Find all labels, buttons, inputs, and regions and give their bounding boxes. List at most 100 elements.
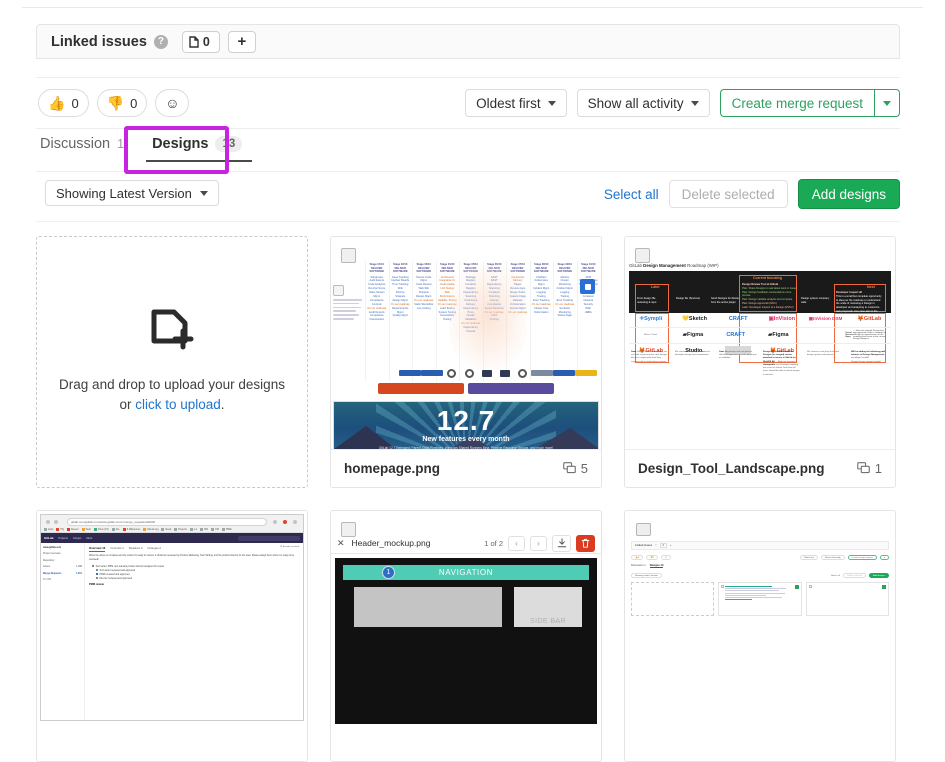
bookmarks-bar: Apps HQ Recent Todo Inbox (15) ALL 6 Mil… (44, 526, 300, 533)
file-plus-icon (149, 309, 195, 359)
linked-issues-count-button[interactable]: 0 (182, 31, 220, 53)
brand-sympli: ✛Sympli (640, 316, 663, 322)
linked-issues-count: 0 (203, 35, 210, 49)
viewer-toolbar: ✕ Header_mockup.png 1 of 2 ‹ › (331, 533, 601, 554)
design-card-caption: Design_Tool_Landscape.png 1 (625, 449, 895, 487)
design-thumbnail-homepage: Stage 01/10 DELIVER SOFTWARESubgroupsAud… (331, 237, 601, 450)
design-comment-count: 5 (563, 461, 588, 476)
nested-select-all[interactable]: Select all (831, 575, 840, 577)
roadmap-notes: Goal: Further down the roadmap, we can l… (629, 351, 891, 377)
dropzone-period: . (221, 397, 225, 412)
feature-maturity-button[interactable] (468, 383, 554, 394)
nested-thumbsdown: 👎0 (646, 555, 658, 560)
select-all-link[interactable]: Select all (604, 187, 659, 202)
activity-filter-dropdown[interactable]: Show all activity (577, 89, 710, 117)
design-thumbnail-roadmap: GitLab Design Management Roadmap (WIP) L… (625, 237, 895, 450)
click-to-upload-link[interactable]: click to upload (135, 397, 221, 412)
nested-reactions-row: 👍0 👎0 ☺ Oldest first Show all activity C… (631, 555, 889, 560)
create-merge-request-button[interactable]: Create merge request (720, 89, 874, 117)
tab-discussion[interactable]: Discussion 1 (40, 136, 138, 162)
tab-discussion-label: Discussion (40, 136, 110, 152)
sort-order-label: Oldest first (476, 96, 541, 111)
thumbsup-reaction-button[interactable]: 👍 0 (38, 89, 89, 117)
add-designs-button[interactable]: Add designs (798, 179, 900, 209)
design-checkbox[interactable] (635, 248, 650, 263)
delete-design-button[interactable] (576, 535, 595, 552)
trash-icon (581, 538, 590, 548)
brand-figma-2: ▰Figma (768, 332, 788, 338)
design-card-designs-page-screenshot[interactable]: Linked issues ? 0 + 👍0 👎0 ☺ Oldest first… (624, 510, 896, 762)
banner-headline: New features every month (334, 436, 598, 443)
phase-label-current: Current focusing (753, 276, 782, 280)
design-checkbox[interactable] (636, 523, 651, 536)
mr-description: When the above is complete and the conte… (89, 555, 299, 562)
thumbsdown-reaction-button[interactable]: 👎 0 (97, 89, 148, 117)
add-reaction-button[interactable]: ☺ (155, 89, 189, 117)
nested-filter[interactable]: Show all activity (821, 555, 845, 560)
phase-label-next: Next (867, 285, 875, 289)
divider-above-tabs (36, 128, 900, 129)
roadmap-tools-grid: ✛Sympli 💛Sketch CRAFT ▣InVision ▣InVisio… (629, 313, 891, 377)
highlighted-cell (580, 279, 595, 294)
brand-sketch: 💛Sketch (682, 316, 707, 322)
comparison-column: Stage 08/10 DELIVER SOFTWAREChatOpsKuber… (530, 261, 553, 381)
compare-devops-button[interactable] (378, 383, 464, 394)
thumbsdown-count: 0 (130, 96, 137, 111)
chevron-left-icon[interactable]: ‹ (508, 536, 525, 551)
design-card-merge-request-screenshot[interactable]: gitlab.com/gitlab-com/www-gitlab-com/-/m… (36, 510, 308, 762)
design-file-name: Design_Tool_Landscape.png (638, 461, 825, 476)
design-upload-dropzone[interactable]: Drag and drop to upload your designs or … (36, 236, 308, 488)
linked-issues-panel: Linked issues ? 0 + (36, 24, 900, 59)
design-checkbox[interactable] (341, 248, 356, 263)
global-search-input[interactable] (238, 536, 300, 541)
delete-selected-button[interactable]: Delete selected (669, 180, 788, 208)
brand-craft: CRAFT (729, 316, 748, 322)
version-dropdown[interactable]: Showing Latest Version (45, 180, 219, 206)
sort-order-dropdown[interactable]: Oldest first (465, 89, 567, 117)
mr-tabs: Overview 16 Commits 4 Pipelines 3 Change… (89, 546, 299, 550)
brand-craft-2: CRAFT (726, 332, 745, 338)
phase-label-later: Later (651, 285, 660, 289)
design-comment-count: 1 (857, 461, 882, 476)
reactions-row: 👍 0 👎 0 ☺ (38, 89, 189, 117)
design-card-caption: homepage.png 5 (331, 449, 601, 487)
issue-icon (189, 36, 199, 48)
brand-gitlab: 🦊GitLab (857, 316, 881, 322)
nested-sort[interactable]: Oldest first (800, 555, 818, 560)
chevron-down-icon (200, 191, 208, 196)
nested-create-mr[interactable]: Create merge request (848, 555, 877, 560)
tab-designs-count: 13 (215, 136, 242, 152)
smiley-icon: ☺ (165, 96, 179, 110)
thumbsup-count: 0 (71, 96, 78, 111)
add-linked-issue-button[interactable]: + (228, 31, 256, 53)
nested-version[interactable]: Showing Latest Version (631, 573, 662, 578)
browser-url-bar[interactable]: gitlab.com/gitlab-com/www-gitlab-com/-/m… (67, 518, 267, 526)
close-icon[interactable]: ✕ (337, 538, 345, 549)
browser-chrome: gitlab.com/gitlab-com/www-gitlab-com/-/m… (41, 515, 303, 533)
mockup-main-block (354, 587, 502, 627)
question-circle-icon[interactable]: ? (154, 35, 168, 49)
create-merge-request-dropdown-toggle[interactable] (874, 89, 900, 117)
mockup-navigation-bar: NAVIGATION (343, 565, 589, 580)
design-card-homepage[interactable]: Stage 01/10 DELIVER SOFTWARESubgroupsAud… (330, 236, 602, 488)
chevron-right-icon[interactable]: › (530, 536, 547, 551)
tab-designs-label: Designs (152, 136, 208, 152)
vendor-logos (399, 365, 597, 381)
thumb-sidenote (333, 285, 363, 322)
roadmap-title: GitLab Design Management Roadmap (WIP) (629, 263, 891, 268)
nested-tabs: Discussion 1 Designs 13 (631, 564, 889, 568)
nested-delete[interactable]: Delete selected (843, 573, 866, 578)
viewer-canvas[interactable]: NAVIGATION 1 SIDE BAR (335, 558, 597, 724)
download-button[interactable] (552, 535, 571, 552)
design-comment-pin[interactable]: 1 (382, 566, 395, 579)
design-checkbox[interactable] (341, 522, 356, 537)
thumbs-up-emoji: 👍 (48, 96, 65, 110)
viewer-pagination: 1 of 2 (484, 539, 503, 548)
tab-designs[interactable]: Designs 13 (138, 136, 258, 162)
nested-add-designs[interactable]: Add designs (869, 573, 889, 578)
design-card-design-tool-landscape[interactable]: GitLab Design Management Roadmap (WIP) L… (624, 236, 896, 488)
design-card-header-mockup-viewer[interactable]: ✕ Header_mockup.png 1 of 2 ‹ › (330, 510, 602, 762)
brand-invision-dsm: ▣InVision DSM (809, 316, 843, 322)
activity-filter-label: Show all activity (588, 96, 684, 111)
linked-issues-title: Linked issues (51, 34, 147, 50)
